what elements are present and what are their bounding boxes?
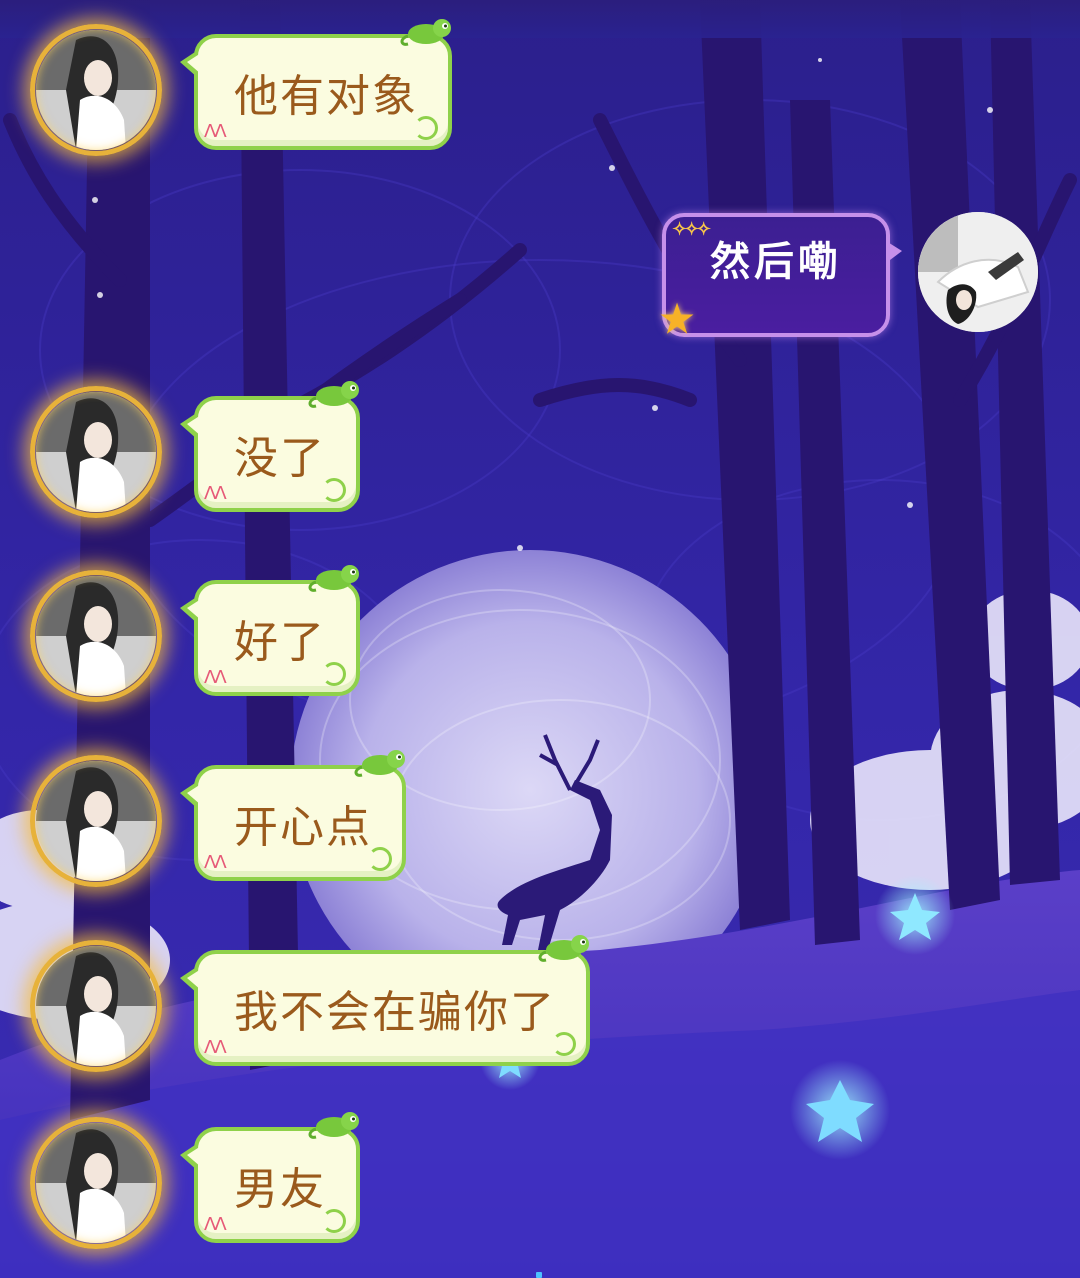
star-icon: ★ [660, 296, 699, 341]
own-avatar-image [918, 212, 1038, 332]
curl-decoration-icon [322, 1209, 346, 1233]
grass-decoration-icon: ᐱᐱ [204, 1214, 227, 1235]
golden-avatar-frame [30, 755, 162, 887]
message-text: 然后嘞 [710, 238, 842, 285]
sparkle-decoration-icon: ✧✧✧ [672, 219, 711, 240]
incoming-message-row[interactable]: 男友 ᐱᐱ [30, 1112, 636, 1249]
own-avatar[interactable] [918, 212, 1038, 332]
grass-decoration-icon: ᐱᐱ [204, 852, 227, 873]
chameleon-icon [538, 935, 589, 962]
message-text: 没了 [234, 433, 326, 484]
golden-avatar-frame [30, 570, 162, 702]
chameleon-icon [354, 750, 405, 777]
outgoing-message-bubble[interactable]: ✧✧✧ 然后嘞 ★ [660, 213, 902, 341]
message-bubble[interactable]: 我不会在骗你了 ᐱᐱ [180, 935, 590, 1066]
incoming-message-row[interactable]: 开心点 ᐱᐱ [30, 750, 636, 887]
incoming-message-row[interactable]: 我不会在骗你了 ᐱᐱ [30, 935, 676, 1072]
curl-decoration-icon [368, 847, 392, 871]
incoming-message-row[interactable]: 他有对象 ᐱᐱ [30, 19, 636, 156]
curl-decoration-icon [322, 478, 346, 502]
grass-decoration-icon: ᐱᐱ [204, 483, 227, 504]
message-bubble[interactable]: 开心点 ᐱᐱ [180, 750, 406, 881]
incoming-message-row[interactable]: 好了 ᐱᐱ [30, 565, 636, 702]
chameleon-icon [308, 1112, 359, 1139]
message-text: 他有对象 [234, 71, 418, 122]
golden-avatar-frame [30, 1117, 162, 1249]
message-text: 我不会在骗你了 [234, 987, 556, 1038]
scroll-indicator [536, 1272, 542, 1278]
golden-avatar-frame [30, 24, 162, 156]
message-bubble[interactable]: 没了 ᐱᐱ [180, 381, 360, 512]
chat-screen: 他有对象 ᐱᐱ ✧✧✧ 然后嘞 ★ 没了 ᐱᐱ 好了 ᐱᐱ 开心点 ᐱᐱ 我不会… [0, 0, 1080, 1278]
message-text: 开心点 [234, 802, 372, 853]
grass-decoration-icon: ᐱᐱ [204, 1037, 227, 1058]
message-text: 好了 [234, 617, 326, 668]
golden-avatar-frame [30, 940, 162, 1072]
golden-avatar-frame [30, 386, 162, 518]
chameleon-icon [400, 19, 451, 46]
message-bubble[interactable]: 男友 ᐱᐱ [180, 1112, 360, 1243]
message-text: 男友 [234, 1164, 326, 1215]
grass-decoration-icon: ᐱᐱ [204, 667, 227, 688]
curl-decoration-icon [552, 1032, 576, 1056]
chameleon-icon [308, 381, 359, 408]
message-bubble[interactable]: 他有对象 ᐱᐱ [180, 19, 452, 150]
grass-decoration-icon: ᐱᐱ [204, 121, 227, 142]
curl-decoration-icon [322, 662, 346, 686]
curl-decoration-icon [414, 116, 438, 140]
message-bubble[interactable]: 好了 ᐱᐱ [180, 565, 360, 696]
chameleon-icon [308, 565, 359, 592]
incoming-message-row[interactable]: 没了 ᐱᐱ [30, 381, 636, 518]
